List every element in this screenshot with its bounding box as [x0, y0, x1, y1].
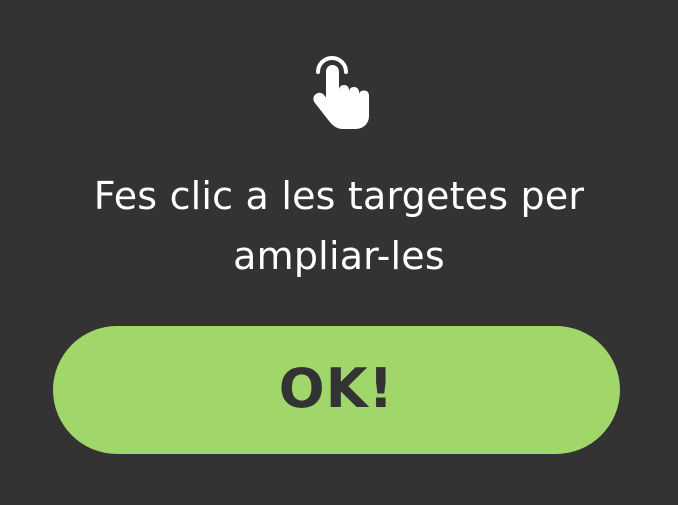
- tap-finger-icon: [304, 42, 372, 130]
- hint-message-line2: ampliar-les: [233, 234, 445, 278]
- ok-button[interactable]: OK!: [53, 326, 620, 454]
- hint-dialog: Fes clic a les targetes per ampliar-les …: [0, 0, 678, 505]
- ok-button-label: OK!: [278, 356, 395, 420]
- hint-message-line1: Fes clic a les targetes per: [93, 174, 585, 218]
- hint-message: Fes clic a les targetes per ampliar-les: [20, 166, 658, 286]
